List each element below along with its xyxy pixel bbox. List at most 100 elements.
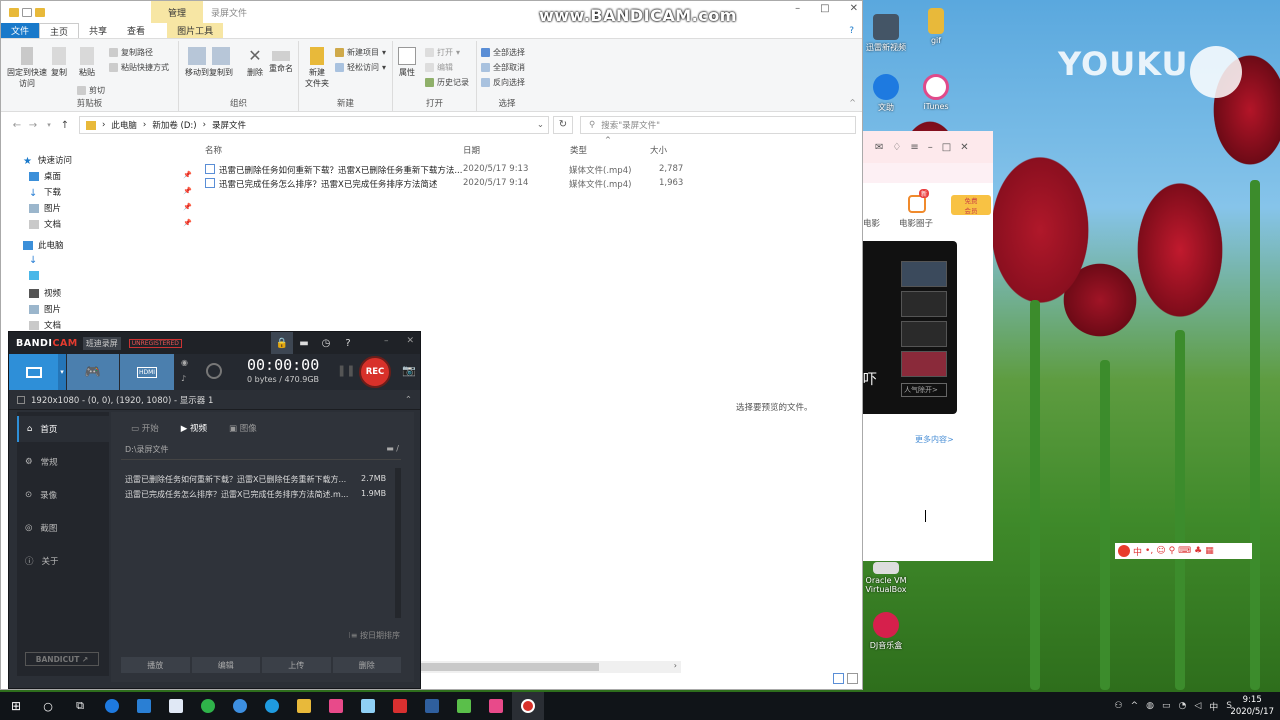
upload-button[interactable]: 上传	[262, 657, 331, 673]
desktop-icon-itunes[interactable]: iTunes	[906, 74, 966, 111]
column-type[interactable]: 类型	[570, 144, 587, 156]
bandicut-button[interactable]: BANDICUT ↗	[25, 652, 99, 666]
nav-pc-documents[interactable]: 文档	[29, 319, 61, 331]
taskbar-app[interactable]	[224, 692, 256, 720]
maximize-button[interactable]: □	[942, 142, 951, 153]
tab-manage[interactable]: 管理	[151, 1, 203, 23]
properties-button[interactable]: 属性	[387, 47, 427, 78]
taskbar-app[interactable]	[192, 692, 224, 720]
new-item-button[interactable]: 新建项目 ▾	[335, 47, 386, 58]
paste-button[interactable]: 粘贴	[67, 47, 107, 78]
keyboard-icon[interactable]: ⌨	[1178, 546, 1191, 556]
voice-icon[interactable]: ⚲	[1169, 546, 1176, 556]
video-thumbnail[interactable]	[901, 351, 947, 377]
edit-button[interactable]: 编辑	[425, 62, 453, 73]
webcam-icon[interactable]	[206, 363, 222, 379]
new-folder-button[interactable]: 新建 文件夹	[299, 47, 335, 89]
sidebar-item-screenshot[interactable]: ◎ 截图	[17, 515, 109, 541]
pin-icon[interactable]: 📌	[183, 219, 192, 227]
sidebar-item-video[interactable]: ⊙ 录像	[17, 482, 109, 508]
capture-area-checkbox[interactable]	[17, 395, 25, 404]
nav-desktop[interactable]: 桌面	[29, 170, 61, 182]
video-promo[interactable]: 吓 人气除开>	[863, 241, 957, 414]
invert-selection-button[interactable]: 反向选择	[481, 77, 525, 88]
address-dropdown-icon[interactable]: ⌄	[537, 120, 544, 130]
taskbar-app[interactable]	[160, 692, 192, 720]
paste-shortcut-button[interactable]: 粘贴快捷方式	[109, 62, 169, 73]
taskbar-app[interactable]	[480, 692, 512, 720]
nav-movie[interactable]: 电影	[863, 217, 880, 229]
mail-icon[interactable]: ✉	[875, 142, 883, 153]
clock[interactable]: 9:15 2020/5/17	[1230, 694, 1274, 718]
folder-icon[interactable]: ▬	[293, 332, 315, 354]
clock-icon[interactable]: ◷	[315, 332, 337, 354]
lock-icon[interactable]: 🔒	[271, 332, 293, 354]
breadcrumb-this-pc[interactable]: 此电脑	[111, 119, 137, 131]
nav-videos[interactable]: 视频	[29, 287, 61, 299]
toolbox-icon[interactable]: ▦	[1205, 546, 1214, 556]
game-mode-button[interactable]: 🎮	[67, 354, 119, 390]
minimize-button[interactable]: –	[384, 336, 389, 346]
skin-icon[interactable]: ♢	[892, 142, 901, 153]
start-button[interactable]: ⊞	[0, 692, 32, 720]
edit-button[interactable]: 编辑	[191, 657, 260, 673]
nav-movie-circle[interactable]: 电影圈子	[899, 217, 933, 229]
collapse-ribbon-icon[interactable]: ^	[849, 98, 856, 107]
taskbar-app[interactable]	[448, 692, 480, 720]
details-view-icon[interactable]	[833, 673, 844, 684]
ime-toolbar[interactable]: 中 •, ☺ ⚲ ⌨ ♣ ▦	[1115, 543, 1252, 559]
open-folder-icon[interactable]: ▬ /	[386, 444, 399, 453]
desktop-icon-dj-music[interactable]: DJ音乐盒	[856, 612, 916, 651]
tab-file[interactable]: 文件	[1, 23, 40, 38]
easy-access-button[interactable]: 轻松访问 ▾	[335, 62, 386, 73]
recording-list-scrollbar[interactable]	[395, 468, 401, 618]
video-thumbnail[interactable]	[901, 291, 947, 317]
pin-icon[interactable]: 📌	[183, 203, 192, 211]
rename-button[interactable]: 重命名	[261, 47, 301, 74]
open-button[interactable]: 打开 ▾	[425, 47, 460, 58]
taskbar-edge[interactable]	[96, 692, 128, 720]
pause-button[interactable]: ❚❚	[337, 364, 355, 377]
nav-documents[interactable]: 文档	[29, 218, 61, 230]
play-button[interactable]: 播放	[121, 657, 190, 673]
taskbar-app[interactable]	[128, 692, 160, 720]
sidebar-item-home[interactable]: ⌂ 首页	[17, 416, 109, 442]
up-button[interactable]: ↑	[57, 120, 73, 131]
tab-picture-tools[interactable]: 图片工具	[167, 23, 224, 38]
folder-icon[interactable]	[9, 7, 19, 17]
speaker-icon[interactable]: ◉	[181, 358, 188, 367]
column-size[interactable]: 大小	[650, 144, 667, 156]
breadcrumb-folder[interactable]: 录屏文件	[212, 119, 246, 131]
taskbar-app[interactable]	[256, 692, 288, 720]
tab-home[interactable]: 主页	[39, 23, 80, 38]
cortana-button[interactable]: ○	[32, 692, 64, 720]
screenshot-camera-icon[interactable]: 📷	[402, 364, 416, 377]
screen-mode-dropdown[interactable]: ▾	[58, 354, 66, 390]
tab-share[interactable]: 共享	[79, 23, 117, 38]
volume-icon[interactable]: ◁	[1194, 701, 1201, 711]
column-name[interactable]: 名称	[205, 144, 222, 156]
battery-icon[interactable]: ▭	[1162, 701, 1171, 711]
address-box[interactable]: › 此电脑 › 新加卷 (D:) › 录屏文件 ⌄	[79, 116, 549, 134]
large-icons-view-icon[interactable]	[847, 673, 858, 684]
back-button[interactable]: ←	[9, 120, 25, 131]
skin-icon[interactable]: ♣	[1194, 546, 1202, 556]
taskbar-bandicam[interactable]	[512, 692, 544, 720]
video-thumbnail[interactable]	[901, 321, 947, 347]
more-content-link[interactable]: 更多内容>	[915, 434, 954, 445]
unregistered-badge[interactable]: UNREGISTERED	[128, 338, 182, 348]
task-view-button[interactable]: ⧉	[64, 692, 96, 720]
nav-cube[interactable]	[29, 271, 39, 280]
pin-icon[interactable]: 📌	[183, 187, 192, 195]
taskbar-app[interactable]	[320, 692, 352, 720]
network-icon[interactable]: ◔	[1178, 701, 1186, 711]
menu-icon[interactable]: ≡	[910, 142, 918, 153]
device-mode-button[interactable]: HDMI	[120, 354, 174, 390]
nav-quick-access[interactable]: ★ 快速访问	[23, 154, 72, 167]
screen-mode-button[interactable]	[9, 354, 58, 390]
search-input[interactable]: ⚲ 搜索"录屏文件"	[580, 116, 856, 134]
cut-button[interactable]: 剪切	[77, 85, 105, 96]
close-button[interactable]: ✕	[850, 3, 858, 14]
select-none-button[interactable]: 全部取消	[481, 62, 525, 73]
ime-mode[interactable]: 中	[1133, 545, 1142, 558]
